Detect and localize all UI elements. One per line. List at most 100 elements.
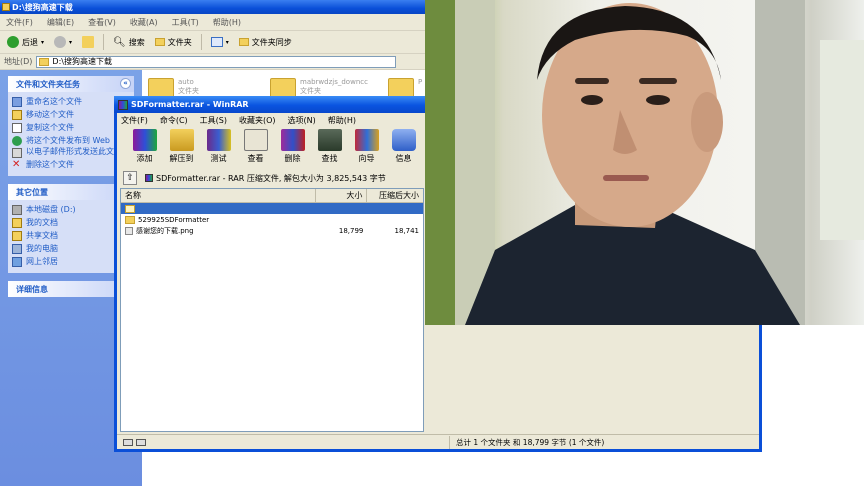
parent-folder-icon xyxy=(125,204,135,213)
tool-label: 向导 xyxy=(358,154,375,163)
folder-item[interactable]: auto 文件夹 xyxy=(148,78,199,98)
tool-label: 查看 xyxy=(247,154,264,163)
search-icon: 🔍︎ xyxy=(113,36,126,48)
rar-menu-file[interactable]: 文件(F) xyxy=(121,115,148,126)
toolbar-separator xyxy=(200,34,202,50)
back-label: 后退 xyxy=(22,37,38,47)
computer-icon xyxy=(12,243,22,254)
network-icon xyxy=(12,256,22,267)
place-my-computer[interactable]: 我的电脑 xyxy=(12,242,130,255)
view-button[interactable]: 查看 xyxy=(238,127,273,164)
documents-folder-icon xyxy=(12,217,22,228)
rar-menu-options[interactable]: 选项(N) xyxy=(288,115,316,126)
search-button[interactable]: 🔍︎ 搜索 xyxy=(110,35,148,50)
folder-icon xyxy=(39,57,50,66)
place-label: 本地磁盘 (D:) xyxy=(26,205,76,214)
column-size[interactable]: 大小 xyxy=(316,188,368,203)
place-local-disk[interactable]: 本地磁盘 (D:) xyxy=(12,203,130,216)
up-button[interactable] xyxy=(79,34,97,50)
archive-path-field[interactable]: SDFormatter.rar - RAR 压缩文件, 解包大小为 3,825,… xyxy=(143,171,433,185)
folder-item[interactable]: mabrwdzjs_downcc 文件夹 xyxy=(270,78,368,98)
folder-icon xyxy=(148,78,174,98)
place-my-documents[interactable]: 我的文档 xyxy=(12,216,130,229)
rename-icon xyxy=(12,96,22,107)
task-email[interactable]: 以电子邮件形式发送此文件 xyxy=(12,147,130,158)
address-value: D:\搜狗高速下载 xyxy=(52,57,112,66)
copy-icon xyxy=(12,122,22,133)
delete-icon xyxy=(280,129,305,151)
folder-icon xyxy=(270,78,296,98)
archive-file-list[interactable]: 名称 大小 压缩后大小 529925SDFormatter 感谢您的下载.png… xyxy=(120,188,424,432)
info-button[interactable]: 信息 xyxy=(386,127,421,164)
rar-menu-help[interactable]: 帮助(H) xyxy=(328,115,356,126)
wizard-button[interactable]: 向导 xyxy=(349,127,384,164)
dropdown-arrow-icon: ▾ xyxy=(41,38,45,46)
find-button[interactable]: 查找 xyxy=(312,127,347,164)
folder-sync-button[interactable]: 文件夹同步 xyxy=(236,35,295,50)
file-name: 感谢您的下载.png xyxy=(136,226,194,235)
winrar-status-bar: 总计 1 个文件夹 和 18,799 字节 (1 个文件) xyxy=(117,434,759,449)
menu-tools[interactable]: 工具(T) xyxy=(172,17,199,28)
column-packed-label: 压缩后大小 xyxy=(379,191,419,200)
rar-menu-commands[interactable]: 命令(C) xyxy=(160,115,188,126)
details-title: 详细信息 xyxy=(16,284,48,294)
place-network[interactable]: 网上邻居 xyxy=(12,255,130,268)
archive-path-text: SDFormatter.rar - RAR 压缩文件, 解包大小为 3,825,… xyxy=(156,173,386,183)
folder-item[interactable]: P xyxy=(388,78,422,98)
place-label: 我的电脑 xyxy=(26,244,58,253)
folders-icon xyxy=(154,38,165,46)
back-button[interactable]: 后退 ▾ xyxy=(4,34,47,50)
info-icon xyxy=(391,129,416,151)
parent-dir-row[interactable] xyxy=(121,203,423,214)
column-packed[interactable]: 压缩后大小 xyxy=(367,189,423,203)
task-copy[interactable]: 复制这个文件 xyxy=(12,121,130,134)
folder-type: 文件夹 xyxy=(300,87,321,95)
up-folder-icon xyxy=(82,36,95,48)
table-row[interactable]: 感谢您的下载.png 18,799 18,741 xyxy=(121,225,423,236)
forward-button[interactable]: ▾ xyxy=(51,34,75,50)
folder-name: mabrwdzjs_downcc xyxy=(300,78,368,86)
address-input[interactable]: D:\搜狗高速下载 xyxy=(36,55,397,68)
up-level-button[interactable]: ⇧ xyxy=(123,171,137,185)
add-button[interactable]: 添加 xyxy=(127,127,162,164)
file-tasks-header[interactable]: 文件和文件夹任务 « xyxy=(8,76,134,92)
search-label: 搜索 xyxy=(128,37,145,47)
tool-label: 信息 xyxy=(395,154,412,163)
tool-label: 解压到 xyxy=(169,154,194,163)
task-rename[interactable]: 重命名这个文件 xyxy=(12,95,130,108)
task-label: 移动这个文件 xyxy=(26,110,74,119)
toolbar-separator xyxy=(103,34,105,50)
place-label: 网上邻居 xyxy=(26,257,58,266)
add-archive-icon xyxy=(132,129,157,151)
rar-menu-favorites[interactable]: 收藏夹(O) xyxy=(239,115,276,126)
menu-file[interactable]: 文件(F) xyxy=(6,17,33,28)
folder-icon xyxy=(2,3,10,11)
dropdown-arrow-icon: ▾ xyxy=(225,38,229,46)
table-row[interactable]: 529925SDFormatter xyxy=(121,214,423,225)
views-button[interactable]: ▾ xyxy=(208,35,232,49)
globe-icon xyxy=(12,135,22,146)
task-delete[interactable]: ✕ 删除这个文件 xyxy=(12,158,130,171)
task-publish-web[interactable]: 将这个文件发布到 Web xyxy=(12,134,130,147)
delete-button[interactable]: 删除 xyxy=(275,127,310,164)
shared-folder-icon xyxy=(12,230,22,241)
tool-label: 测试 xyxy=(210,154,227,163)
menu-view[interactable]: 查看(V) xyxy=(88,17,116,28)
place-label: 共享文档 xyxy=(26,231,58,240)
column-name[interactable]: 名称 xyxy=(121,188,316,203)
folders-button[interactable]: 文件夹 xyxy=(152,35,195,50)
rar-menu-tools[interactable]: 工具(S) xyxy=(200,115,227,126)
folder-icon xyxy=(388,78,414,98)
menu-favorites[interactable]: 收藏(A) xyxy=(130,17,158,28)
webcam-overlay xyxy=(425,0,864,325)
test-button[interactable]: 测试 xyxy=(201,127,236,164)
tool-label: 查找 xyxy=(321,154,338,163)
collapse-icon[interactable]: « xyxy=(120,78,131,89)
menu-help[interactable]: 帮助(H) xyxy=(213,17,241,28)
extract-to-button[interactable]: 解压到 xyxy=(164,127,199,164)
place-shared-documents[interactable]: 共享文档 xyxy=(12,229,130,242)
address-label: 地址(D) xyxy=(4,57,33,66)
column-name-label: 名称 xyxy=(125,191,141,200)
menu-edit[interactable]: 编辑(E) xyxy=(47,17,74,28)
task-move[interactable]: 移动这个文件 xyxy=(12,108,130,121)
